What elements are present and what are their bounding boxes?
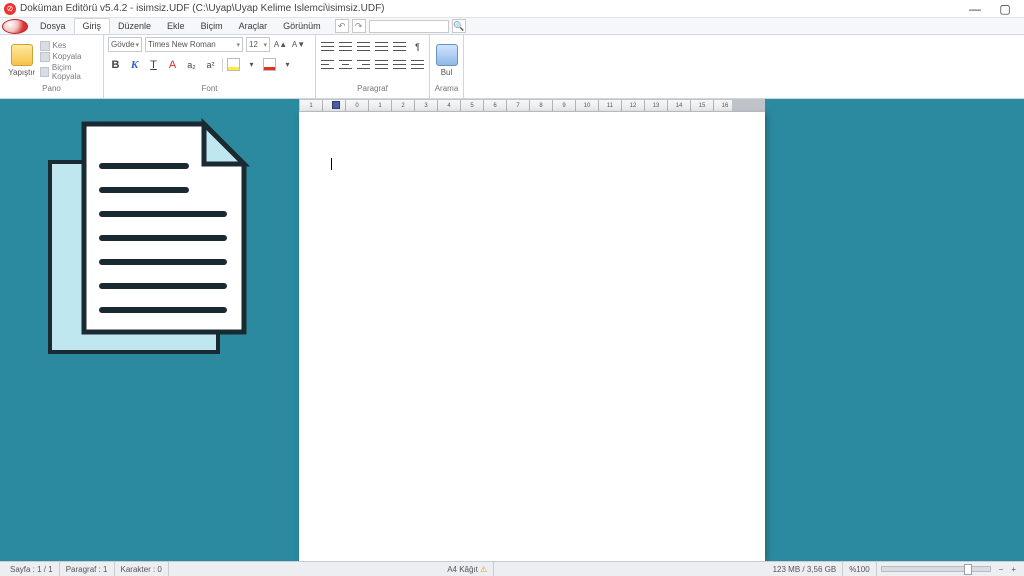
app-icon: ⊘ (4, 3, 16, 15)
maximize-button[interactable]: ▢ (990, 2, 1020, 16)
status-zoom: %100 (843, 562, 876, 576)
numbering-button[interactable] (338, 40, 353, 53)
tab-araclar[interactable]: Araçlar (231, 19, 276, 33)
tab-ekle[interactable]: Ekle (159, 19, 193, 33)
status-memory: 123 MB / 3,56 GB (767, 562, 844, 576)
zoom-slider[interactable] (881, 566, 991, 572)
find-label: Bul (441, 68, 453, 77)
title-bar: ⊘ Doküman Editörü v5.4.2 - isimsiz.UDF (… (0, 0, 1024, 18)
grow-font-button[interactable]: A▲ (273, 37, 288, 52)
quick-access-toolbar: ↶ ↷ 🔍 (335, 19, 466, 33)
paste-label: Yapıştır (8, 68, 35, 77)
text-cursor (331, 158, 332, 170)
underline-button[interactable]: T (146, 57, 161, 72)
font-family-combo[interactable]: Times New Roman▾ (145, 37, 243, 52)
font-color-dropdown-icon[interactable]: ▾ (280, 57, 295, 72)
copy-button[interactable]: Kopyala (40, 52, 100, 62)
style-combo[interactable]: Gövde▾ (108, 37, 142, 52)
borders-button[interactable] (410, 58, 425, 71)
font-size-combo[interactable]: 12▾ (246, 37, 270, 52)
tab-gorunum[interactable]: Görünüm (275, 19, 329, 33)
menu-bar: Dosya Giriş Düzenle Ekle Biçim Araçlar G… (0, 18, 1024, 35)
group-label-paragraf: Paragraf (320, 84, 425, 96)
multilevel-button[interactable] (356, 40, 371, 53)
qat-redo-icon[interactable]: ↷ (352, 19, 366, 33)
status-page: Sayfa : 1 / 1 (4, 562, 60, 576)
tab-bicim[interactable]: Biçim (193, 19, 231, 33)
subscript-button[interactable]: a₂ (184, 57, 199, 72)
line-spacing-button[interactable] (392, 58, 407, 71)
paragraph-marks-button[interactable]: ¶ (410, 39, 425, 54)
group-label-arama: Arama (434, 84, 459, 96)
format-painter-button[interactable]: Biçim Kopyala (40, 63, 100, 81)
group-label-font: Font (108, 84, 311, 96)
status-char: Karakter : 0 (115, 562, 169, 576)
group-label-pano: Pano (4, 84, 99, 96)
group-pano: Yapıştır Kes Kopyala Biçim Kopyala Pano (0, 35, 104, 98)
decrease-indent-button[interactable] (374, 40, 389, 53)
document-page[interactable] (299, 112, 765, 561)
tab-duzenle[interactable]: Düzenle (110, 19, 159, 33)
ribbon: Yapıştır Kes Kopyala Biçim Kopyala Pano … (0, 35, 1024, 99)
ruler-margin-end (732, 100, 764, 111)
minimize-button[interactable]: — (960, 2, 990, 16)
bullets-button[interactable] (320, 40, 335, 53)
align-left-button[interactable] (320, 58, 335, 71)
group-paragraf: ¶ Paragraf (316, 35, 430, 98)
document-stack-icon (44, 118, 254, 358)
bold-button[interactable]: B (108, 57, 123, 72)
highlight-dropdown-icon[interactable]: ▾ (244, 57, 259, 72)
zoom-in-button[interactable]: + (1007, 565, 1020, 574)
tab-giris[interactable]: Giriş (74, 18, 111, 34)
find-button[interactable]: Bul (434, 44, 459, 77)
zoom-thumb[interactable] (964, 564, 972, 575)
shrink-font-button[interactable]: A▼ (291, 37, 306, 52)
copy-icon (40, 52, 50, 62)
cut-button[interactable]: Kes (40, 41, 100, 51)
horizontal-ruler[interactable]: 1 1 0 1 2 3 4 5 6 7 8 9 10 11 12 13 14 1… (299, 99, 765, 112)
binoculars-icon (436, 44, 458, 66)
app-orb-button[interactable] (2, 19, 28, 34)
align-center-button[interactable] (338, 58, 353, 71)
superscript-button[interactable]: a² (203, 57, 218, 72)
paste-button[interactable]: Yapıştır (4, 44, 40, 77)
qat-search-icon[interactable]: 🔍 (452, 19, 466, 33)
qat-undo-icon[interactable]: ↶ (335, 19, 349, 33)
align-justify-button[interactable] (374, 58, 389, 71)
workspace: 1 1 0 1 2 3 4 5 6 7 8 9 10 11 12 13 14 1… (0, 99, 1024, 561)
group-arama: Bul Arama (430, 35, 464, 98)
qat-search-input[interactable] (369, 20, 449, 33)
brush-icon (40, 67, 49, 77)
status-bar: Sayfa : 1 / 1 Paragraf : 1 Karakter : 0 … (0, 561, 1024, 576)
window-title: Doküman Editörü v5.4.2 - isimsiz.UDF (C:… (20, 3, 385, 14)
font-color-button[interactable] (263, 58, 276, 71)
scissors-icon (40, 41, 50, 51)
font-color-a-button[interactable]: A (165, 57, 180, 72)
warning-icon: ⚠ (480, 565, 487, 574)
align-right-button[interactable] (356, 58, 371, 71)
italic-button[interactable]: K (127, 57, 142, 72)
highlight-color-button[interactable] (227, 58, 240, 71)
tab-dosya[interactable]: Dosya (32, 19, 74, 33)
zoom-out-button[interactable]: − (995, 565, 1008, 574)
group-font: Gövde▾ Times New Roman▾ 12▾ A▲ A▼ B K T … (104, 35, 316, 98)
status-paragraph: Paragraf : 1 (60, 562, 115, 576)
increase-indent-button[interactable] (392, 40, 407, 53)
clipboard-icon (11, 44, 33, 66)
status-paper: A4 Kâğıt ⚠ (441, 562, 494, 576)
